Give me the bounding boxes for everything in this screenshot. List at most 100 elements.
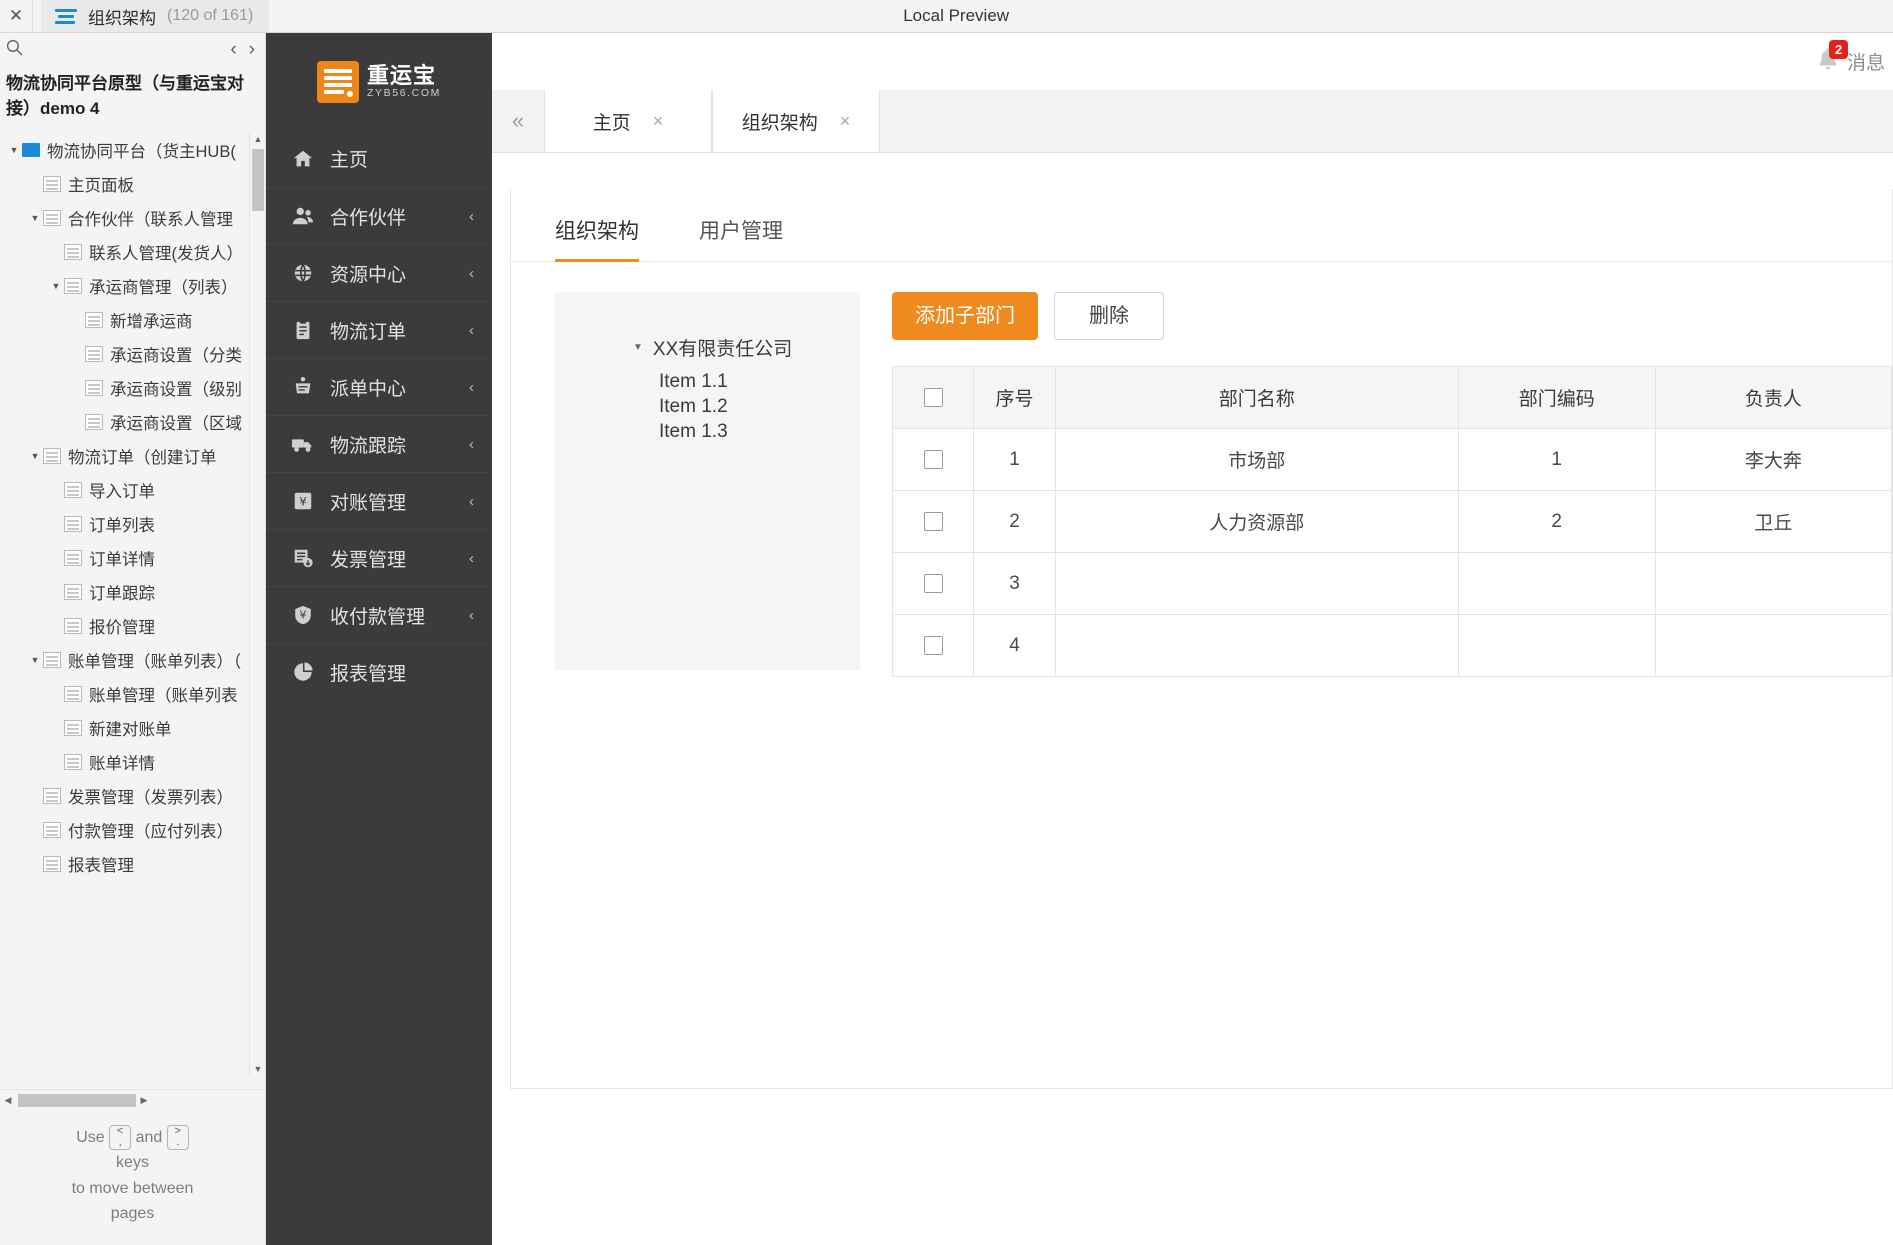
- chevron-left-icon[interactable]: ‹: [469, 550, 474, 567]
- scroll-right-icon[interactable]: ▶: [136, 1095, 152, 1106]
- row-checkbox[interactable]: [923, 635, 943, 655]
- close-tab-icon[interactable]: ×: [653, 111, 664, 132]
- prev-page-button[interactable]: ‹: [230, 40, 236, 59]
- tree-item[interactable]: ▼ 账单管理（账单列表）（: [0, 643, 265, 677]
- table-row[interactable]: 3: [891, 552, 1893, 615]
- row-checkbox[interactable]: [923, 511, 943, 531]
- tree-item[interactable]: ▼承运商设置（分类: [0, 337, 265, 371]
- yuan-shield-icon: ¥: [290, 604, 316, 626]
- chevron-down-icon[interactable]: ▼: [27, 655, 43, 665]
- nav-item-4[interactable]: 物流订单 ‹: [266, 301, 492, 358]
- chevron-down-icon[interactable]: ▼: [27, 451, 43, 461]
- tree-item[interactable]: ▼报表管理: [0, 847, 265, 881]
- chevron-left-icon[interactable]: ‹: [469, 208, 474, 225]
- tree-item[interactable]: ▼导入订单: [0, 473, 265, 507]
- page-tree[interactable]: ▼物流协同平台（货主HUB(▼主页面板▼合作伙伴（联系人管理▼联系人管理(发货人…: [0, 131, 265, 1111]
- svg-text:¥: ¥: [299, 495, 307, 509]
- nav-item-1[interactable]: 主页: [266, 130, 492, 187]
- row-checkbox[interactable]: [923, 449, 943, 469]
- keyboard-hint: Use < , and > . keys to move between pag…: [0, 1111, 265, 1245]
- close-tab-icon[interactable]: ×: [840, 111, 851, 132]
- tree-vertical-scrollbar[interactable]: ▲ ▼: [249, 131, 265, 1077]
- page-tab-2[interactable]: 组织架构 ×: [712, 90, 880, 152]
- tree-item[interactable]: ▼承运商设置（级别: [0, 371, 265, 405]
- page-tab-1[interactable]: 主页 ×: [544, 90, 712, 152]
- nav-item-5[interactable]: 派单中心 ‹: [266, 358, 492, 415]
- org-tree-item[interactable]: Item 1.1: [633, 369, 860, 394]
- chevron-down-icon[interactable]: ▼: [48, 281, 64, 291]
- vertical-scroll-thumb[interactable]: [252, 149, 264, 212]
- scroll-up-icon[interactable]: ▲: [250, 131, 265, 147]
- table-row[interactable]: 2 人力资源部 2 卫丘: [891, 490, 1893, 553]
- scroll-left-icon[interactable]: ◀: [0, 1095, 16, 1106]
- tree-item[interactable]: ▼ 合作伙伴（联系人管理: [0, 201, 265, 235]
- next-page-button[interactable]: ›: [249, 40, 255, 59]
- chevron-left-icon[interactable]: ‹: [469, 265, 474, 282]
- page-icon: [64, 584, 82, 601]
- nav-item-8[interactable]: 发票管理 ‹: [266, 529, 492, 586]
- tree-item[interactable]: ▼主页面板: [0, 167, 265, 201]
- chevron-down-icon[interactable]: ▼: [6, 145, 22, 155]
- tab-org-structure[interactable]: 组织架构: [555, 215, 639, 262]
- tree-item-label: 承运商设置（区域: [110, 415, 242, 434]
- org-tree-panel[interactable]: ▼ XX有限责任公司 Item 1.1 Item 1.2 Item 1.3: [555, 292, 860, 670]
- tree-item[interactable]: ▼发票管理（发票列表）: [0, 779, 265, 813]
- nav-item-6[interactable]: 物流跟踪 ‹: [266, 415, 492, 472]
- dispatch-icon: [290, 376, 316, 398]
- nav-item-3[interactable]: 资源中心 ‹: [266, 244, 492, 301]
- tree-item[interactable]: ▼账单管理（账单列表: [0, 677, 265, 711]
- nav-item-2[interactable]: 合作伙伴 ‹: [266, 187, 492, 244]
- notification-badge: 2: [1828, 40, 1849, 59]
- table-row[interactable]: 4: [891, 614, 1893, 677]
- nav-item-9[interactable]: ¥ 收付款管理 ‹: [266, 586, 492, 643]
- tree-item[interactable]: ▼付款管理（应付列表）: [0, 813, 265, 847]
- tree-item[interactable]: ▼ 物流协同平台（货主HUB(: [0, 133, 265, 167]
- department-table: 序号 部门名称 部门编码 负责人 1 市场部 1 李大奔 2 人力资源部 2 卫丘 3 4: [891, 366, 1893, 677]
- tree-item[interactable]: ▼ 承运商管理（列表）: [0, 269, 265, 303]
- tab-user-management[interactable]: 用户管理: [699, 215, 783, 262]
- tree-item[interactable]: ▼报价管理: [0, 609, 265, 643]
- org-tree-root[interactable]: ▼ XX有限责任公司: [633, 334, 860, 361]
- tree-item[interactable]: ▼订单跟踪: [0, 575, 265, 609]
- nav-item-label: 资源中心: [330, 264, 407, 286]
- nav-item-label: 合作伙伴: [330, 207, 407, 229]
- delete-button[interactable]: 删除: [1054, 292, 1164, 340]
- tree-item[interactable]: ▼承运商设置（区域: [0, 405, 265, 439]
- horizontal-scroll-thumb[interactable]: [18, 1093, 136, 1107]
- preview-tab[interactable]: 组织架构 (120 of 161): [41, 0, 270, 32]
- chevron-left-icon[interactable]: ‹: [469, 436, 474, 453]
- tree-horizontal-scrollbar[interactable]: ◀ ▶: [0, 1088, 265, 1111]
- close-icon[interactable]: ✕: [0, 0, 33, 32]
- window-title: Local Preview: [903, 6, 1010, 25]
- tree-item[interactable]: ▼新建对账单: [0, 711, 265, 745]
- users-icon: [290, 205, 316, 227]
- row-checkbox[interactable]: [923, 573, 943, 593]
- page-icon: [43, 856, 61, 873]
- search-icon[interactable]: [6, 39, 23, 60]
- chevron-left-icon[interactable]: ‹: [469, 493, 474, 510]
- org-tree-item[interactable]: Item 1.2: [633, 394, 860, 419]
- nav-item-10[interactable]: 报表管理: [266, 643, 492, 700]
- add-sub-department-button[interactable]: 添加子部门: [892, 292, 1038, 340]
- tree-item[interactable]: ▼联系人管理(发货人）: [0, 235, 265, 269]
- chevron-left-icon[interactable]: ‹: [469, 607, 474, 624]
- tree-item[interactable]: ▼订单详情: [0, 541, 265, 575]
- table-row[interactable]: 1 市场部 1 李大奔: [891, 428, 1893, 491]
- select-all-checkbox[interactable]: [923, 387, 943, 407]
- tree-item[interactable]: ▼订单列表: [0, 507, 265, 541]
- notification-area[interactable]: 2 消息: [1815, 40, 1885, 77]
- sub-tab-bar: 组织架构 用户管理: [511, 189, 1892, 262]
- tree-item[interactable]: ▼ 物流订单（创建订单: [0, 439, 265, 473]
- org-tree-item[interactable]: Item 1.3: [633, 419, 860, 444]
- collapse-tabs-button[interactable]: «: [492, 90, 544, 152]
- scroll-down-icon[interactable]: ▼: [250, 1061, 265, 1077]
- tree-item[interactable]: ▼账单详情: [0, 745, 265, 779]
- nav-item-7[interactable]: ¥ 对账管理 ‹: [266, 472, 492, 529]
- chevron-left-icon[interactable]: ‹: [469, 322, 474, 339]
- chevron-left-icon[interactable]: ‹: [469, 379, 474, 396]
- chevron-down-icon[interactable]: ▼: [633, 342, 643, 353]
- cell-dept-name: [1054, 614, 1459, 677]
- chevron-down-icon[interactable]: ▼: [27, 213, 43, 223]
- menu-icon[interactable]: [55, 8, 77, 24]
- tree-item[interactable]: ▼新增承运商: [0, 303, 265, 337]
